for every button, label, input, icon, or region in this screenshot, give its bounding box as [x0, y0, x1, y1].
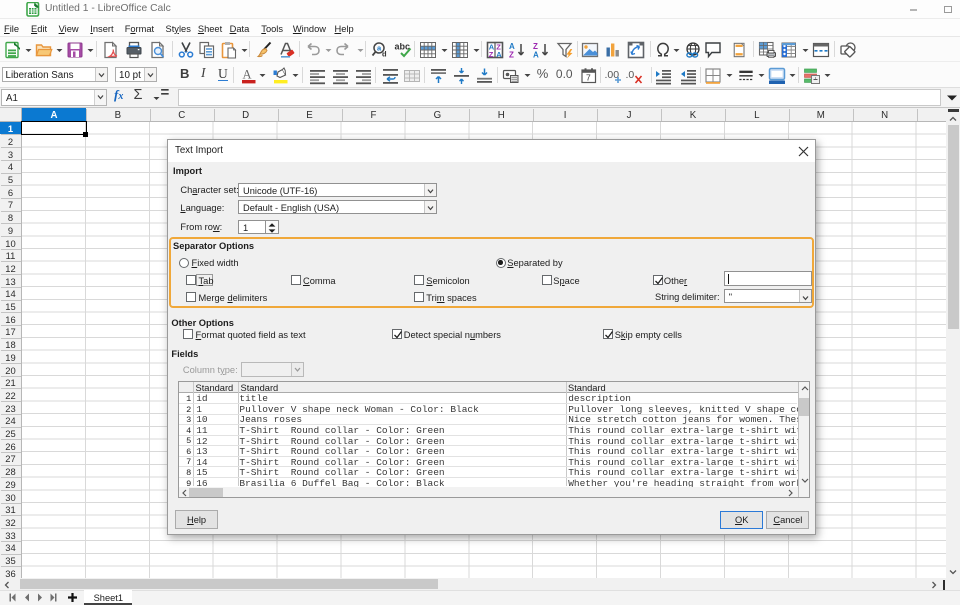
svg-text:A: A	[533, 50, 539, 59]
svg-text:Z: Z	[509, 50, 514, 59]
svg-text:A: A	[243, 67, 252, 81]
svg-text:.00: .00	[604, 69, 619, 81]
svg-text:d: d	[382, 49, 387, 58]
svg-text:abc: abc	[395, 41, 411, 51]
svg-text:Z: Z	[489, 49, 494, 58]
svg-text:A: A	[496, 49, 502, 58]
svg-text:.0: .0	[626, 69, 635, 81]
svg-text:7: 7	[586, 72, 591, 82]
